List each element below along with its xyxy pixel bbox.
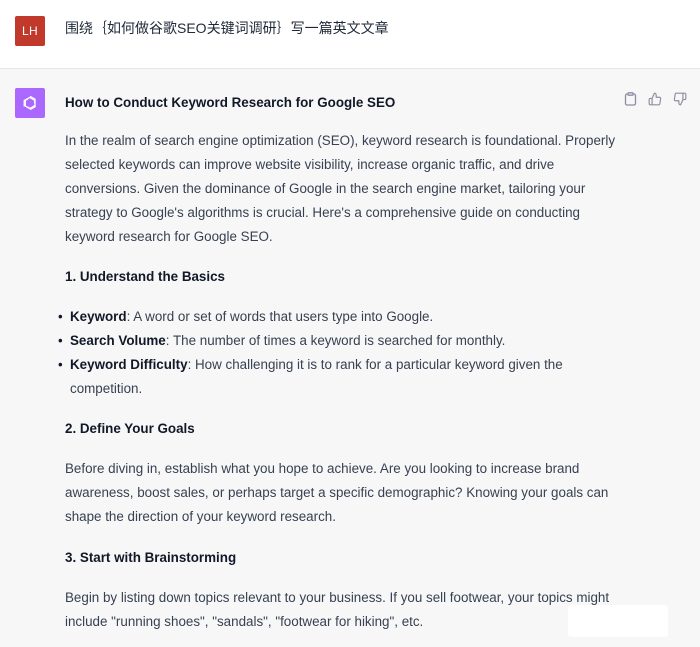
like-button[interactable] <box>647 91 663 107</box>
brainstorming-paragraph: Begin by listing down topics relevant to… <box>65 590 610 629</box>
section-heading-brainstorming: 3. Start with Brainstorming <box>65 550 237 565</box>
goals-paragraph: Before diving in, establish what you hop… <box>65 461 609 524</box>
copy-button[interactable] <box>622 91 638 107</box>
bullet-desc: : A word or set of words that users type… <box>126 309 434 324</box>
assistant-avatar <box>15 88 45 118</box>
bullet-term: Keyword Difficulty <box>70 357 188 372</box>
bullet-icon: • <box>58 333 63 348</box>
user-message: LH 围绕｛如何做谷歌SEO关键词调研｝写一篇英文文章 <box>0 0 700 69</box>
bullet-desc: : The number of times a keyword is searc… <box>165 333 506 348</box>
section-heading-goals: 2. Define Your Goals <box>65 421 195 436</box>
intro-paragraph: In the realm of search engine optimizati… <box>65 133 616 244</box>
clipboard-icon <box>624 92 636 106</box>
list-item: • Keyword Difficulty: How challenging it … <box>58 353 620 401</box>
message-actions <box>622 91 688 107</box>
list-item: • Keyword: A word or set of words that us… <box>58 305 620 329</box>
thumbs-down-icon <box>673 92 687 106</box>
bottom-fade <box>0 635 700 647</box>
dislike-button[interactable] <box>672 91 688 107</box>
user-avatar: LH <box>15 16 45 46</box>
bullet-icon: • <box>58 309 63 324</box>
basics-list: • Keyword: A word or set of words that us… <box>58 305 620 401</box>
list-item: • Search Volume: The number of times a ke… <box>58 329 620 353</box>
bullet-icon: • <box>58 357 63 372</box>
scroll-overlay <box>568 605 668 637</box>
section-heading-basics: 1. Understand the Basics <box>65 269 225 284</box>
bullet-term: Keyword <box>70 309 127 324</box>
user-message-text: 围绕｛如何做谷歌SEO关键词调研｝写一篇英文文章 <box>65 20 389 36</box>
bullet-term: Search Volume <box>70 333 166 348</box>
openai-logo-icon <box>23 95 37 110</box>
assistant-message: How to Conduct Keyword Research for Goog… <box>0 69 700 647</box>
article-title: How to Conduct Keyword Research for Goog… <box>65 95 396 110</box>
thumbs-up-icon <box>648 92 662 106</box>
